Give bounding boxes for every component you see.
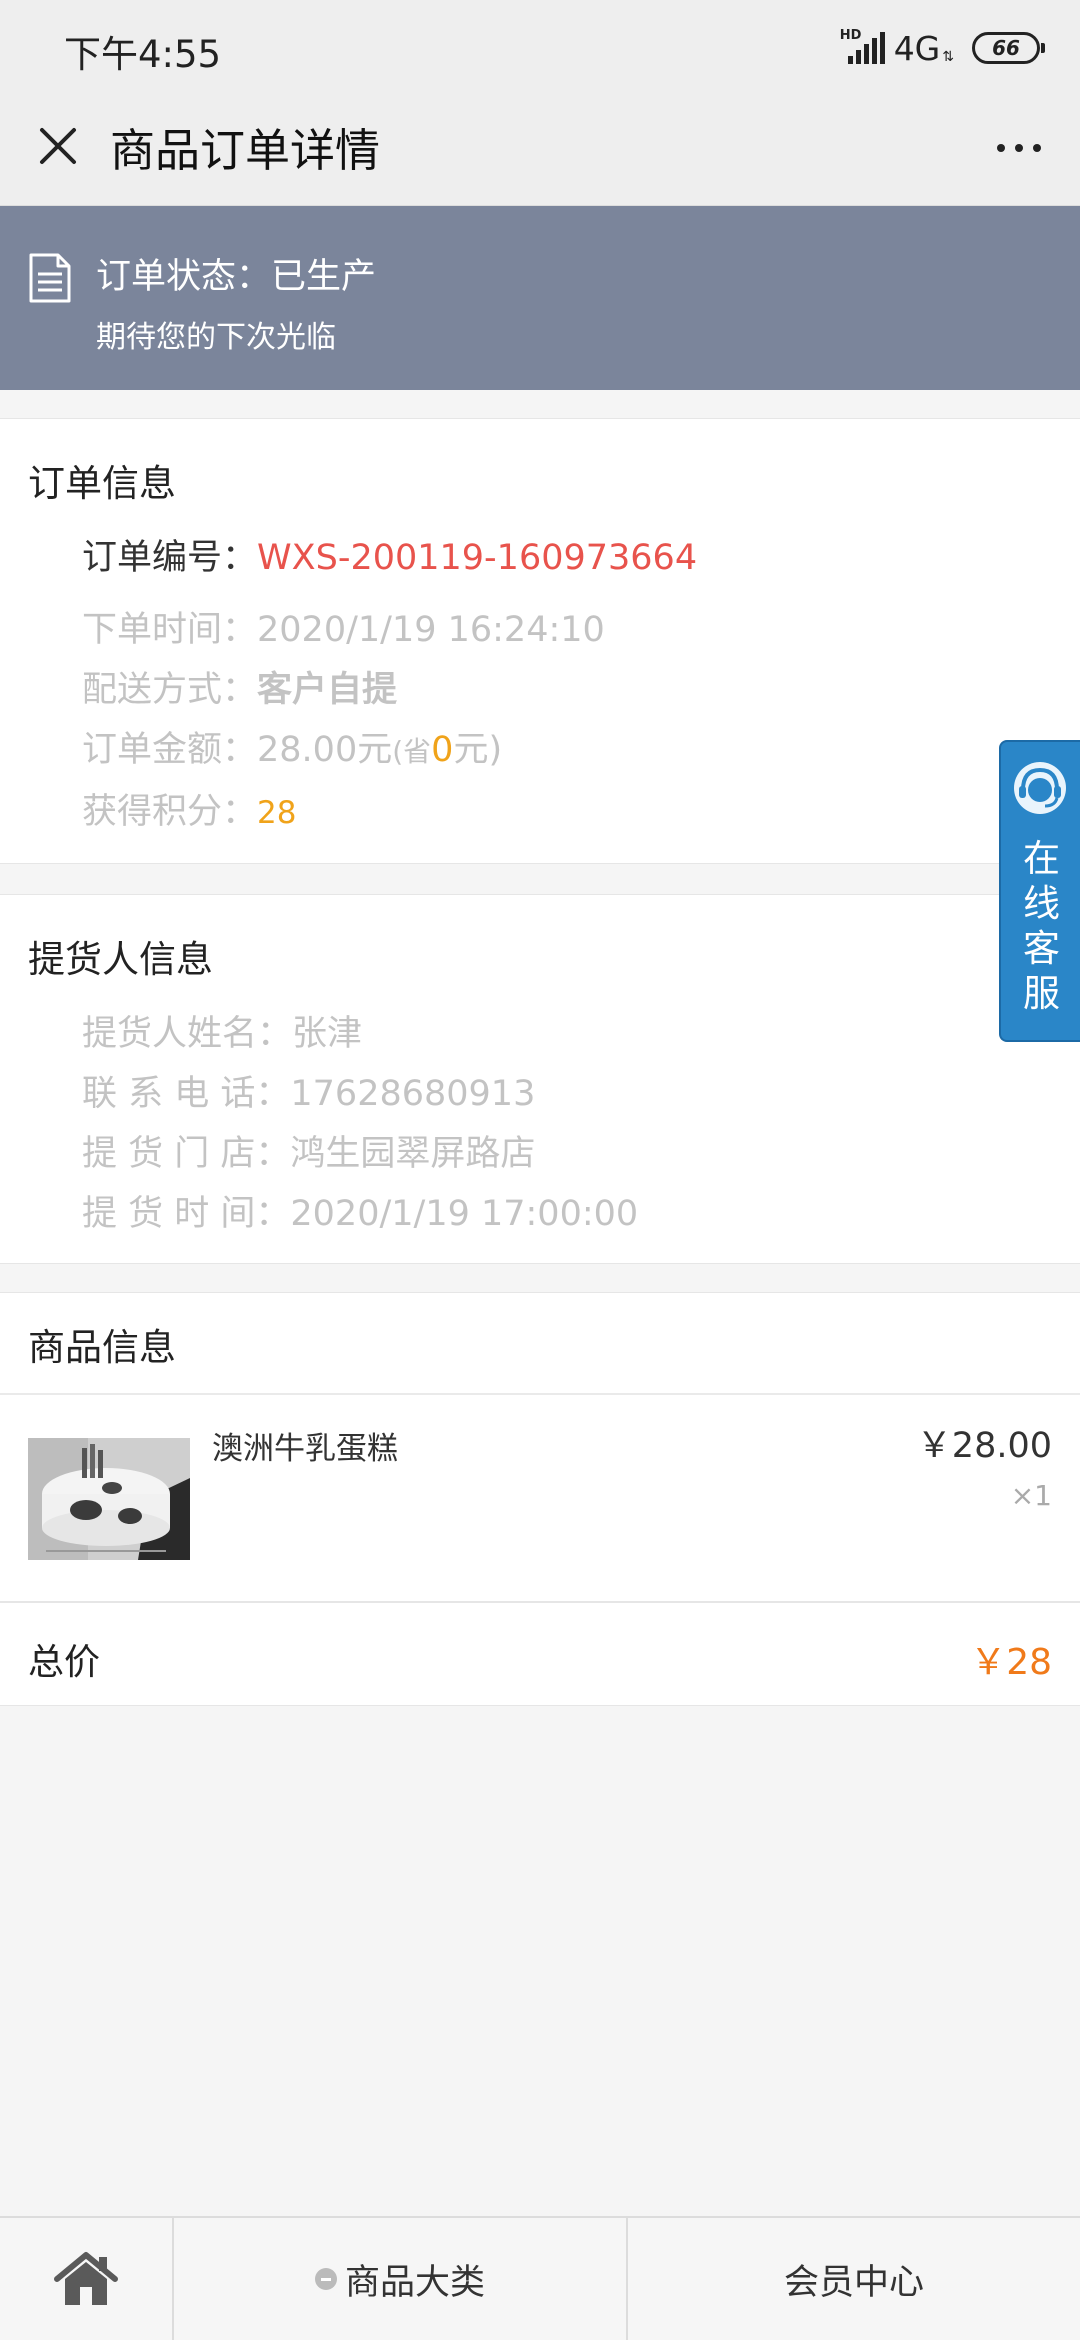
pickup-info-title: 提货人信息 [28, 938, 213, 981]
order-info-card: 订单信息 订单编号：WXS-200119-160973664 下单时间：2020… [0, 418, 1080, 864]
online-service-button[interactable]: 在 线 客 服 [999, 740, 1080, 1042]
status-time: 下午4:55 [64, 33, 222, 76]
saved-value: 0 [431, 730, 454, 770]
order-status-text: 订单状态：已生产 [96, 257, 377, 297]
tab-categories-label: 商品大类 [344, 2262, 485, 2303]
points-label: 获得积分： [82, 792, 258, 832]
order-amount-row: 订单金额：28.00元(省0元) [82, 721, 502, 772]
category-dot-icon [314, 2268, 337, 2290]
order-status-subtitle: 期待您的下次光临 [96, 320, 336, 355]
data-arrows-icon: ⇅ [942, 49, 954, 65]
divider [0, 1393, 1080, 1395]
delivery-label: 配送方式： [82, 670, 258, 710]
online-service-label: 在 线 客 服 [1001, 836, 1080, 1016]
order-number-value: WXS-200119-160973664 [257, 538, 698, 578]
close-icon [40, 128, 76, 164]
delivery-row: 配送方式：客户自提 [82, 661, 397, 712]
product-image [28, 1438, 190, 1560]
more-dot-icon [997, 144, 1005, 152]
status-indicators: HD 4G ⇅ 66 [840, 26, 1045, 70]
service-char: 线 [1023, 882, 1060, 925]
order-status-banner: 订单状态：已生产 期待您的下次光临 [0, 206, 1080, 390]
delivery-value: 客户自提 [257, 670, 398, 710]
pickup-phone-row: 联 系 电 话：17628680913 [82, 1065, 535, 1116]
product-name: 澳洲牛乳蛋糕 [212, 1431, 398, 1467]
points-value: 28 [257, 795, 297, 831]
pickup-info-card: 提货人信息 提货人姓名：张津 联 系 电 话：17628680913 提 货 门… [0, 894, 1080, 1264]
battery-icon: 66 [972, 32, 1045, 64]
pickup-store-label: 提 货 门 店： [82, 1134, 291, 1174]
tab-member-label: 会员中心 [783, 2262, 924, 2303]
pickup-time-value: 2020/1/19 17:00:00 [290, 1194, 639, 1234]
order-amount-value: 28.00元 [257, 730, 393, 770]
order-time-label: 下单时间： [82, 610, 258, 650]
page-title: 商品订单详情 [110, 124, 381, 177]
pickup-phone-label: 联 系 电 话： [82, 1074, 291, 1114]
pickup-store-value: 鸿生园翠屏路店 [290, 1134, 536, 1174]
network-type: 4G [893, 28, 941, 68]
pickup-phone-value: 17628680913 [290, 1074, 536, 1114]
service-char: 客 [1023, 927, 1060, 970]
more-options-button[interactable] [984, 118, 1054, 178]
order-amount-label: 订单金额： [82, 730, 258, 770]
product-info-card: 商品信息 澳洲牛乳蛋糕 ￥28.00 ×1 [0, 1292, 1080, 1602]
more-dot-icon [1015, 144, 1023, 152]
order-number-row: 订单编号：WXS-200119-160973664 [82, 529, 697, 580]
pickup-name-value: 张津 [292, 1014, 363, 1054]
service-char: 在 [1023, 837, 1060, 880]
battery-level: 66 [992, 36, 1020, 60]
tab-categories[interactable]: 商品大类 [174, 2218, 628, 2340]
order-time-value: 2020/1/19 16:24:10 [257, 610, 605, 650]
saved-suffix: 元) [453, 730, 503, 770]
pickup-time-label: 提 货 时 间： [82, 1194, 291, 1234]
nav-bar: 商品订单详情 [0, 96, 1080, 206]
points-row: 获得积分：28 [82, 783, 296, 834]
product-info-title: 商品信息 [28, 1326, 176, 1369]
pickup-store-row: 提 货 门 店：鸿生园翠屏路店 [82, 1125, 535, 1176]
saved-prefix: (省 [392, 735, 432, 768]
close-button[interactable] [28, 116, 88, 176]
total-label: 总价 [28, 1642, 101, 1683]
screen: 下午4:55 HD 4G ⇅ 66 商品订单详情 订单状态：已生产 期待您的下次… [0, 0, 1080, 2340]
product-price: ￥28.00 [916, 1426, 1052, 1466]
more-dot-icon [1033, 144, 1041, 152]
pickup-name-label: 提货人姓名： [82, 1014, 293, 1054]
tab-member-center[interactable]: 会员中心 [628, 2218, 1080, 2340]
status-bar: 下午4:55 HD 4G ⇅ 66 [0, 0, 1080, 96]
tab-home[interactable] [0, 2218, 174, 2340]
home-icon [54, 2252, 118, 2305]
pickup-time-row: 提 货 时 间：2020/1/19 17:00:00 [82, 1185, 638, 1236]
total-row: 总价 ￥28 [0, 1602, 1080, 1706]
product-quantity: ×1 [1010, 1479, 1052, 1512]
document-icon [29, 253, 71, 303]
service-char: 服 [1023, 972, 1060, 1015]
customer-service-icon [1014, 762, 1066, 814]
bottom-tab-bar: 商品大类 会员中心 [0, 2216, 1080, 2340]
total-value: ￥28 [970, 1642, 1052, 1683]
pickup-name-row: 提货人姓名：张津 [82, 1005, 362, 1056]
order-time-row: 下单时间：2020/1/19 16:24:10 [82, 601, 605, 652]
order-info-title: 订单信息 [28, 462, 176, 505]
order-number-label: 订单编号： [82, 538, 258, 578]
signal-icon: HD [840, 28, 886, 68]
